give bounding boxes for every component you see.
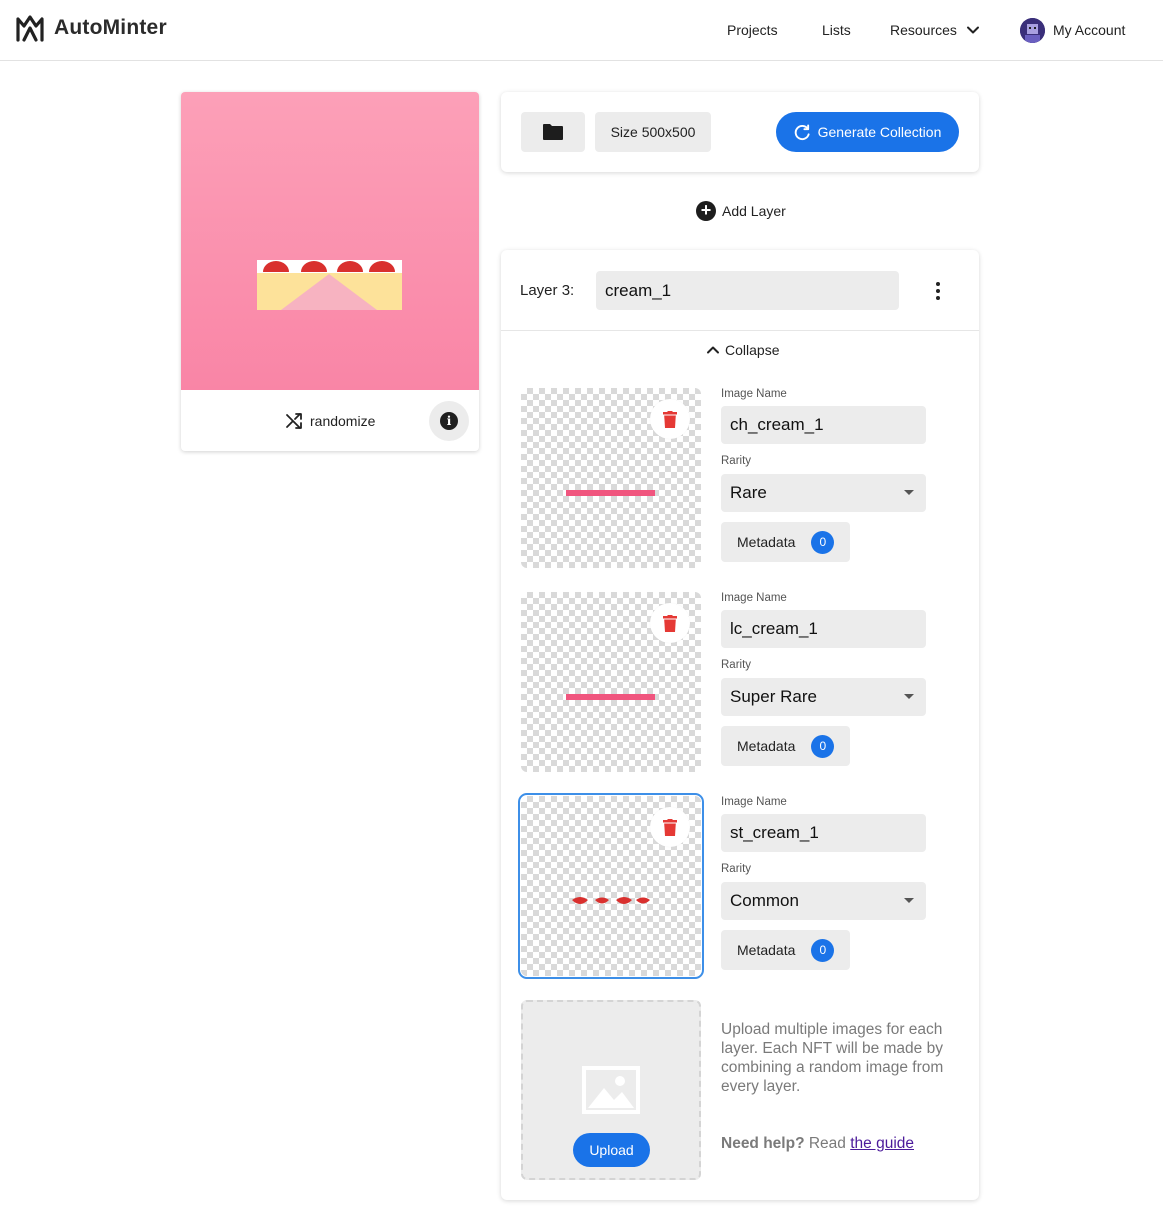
preview-card: randomize i <box>181 92 479 451</box>
brand-logo[interactable]: AutoMinter <box>16 14 167 42</box>
chevron-down-icon <box>966 26 979 34</box>
image-name-input[interactable]: lc_cream_1 <box>721 610 926 648</box>
image-thumbnail[interactable] <box>521 388 701 568</box>
image-name-label: Image Name <box>721 388 787 400</box>
autominter-logo-icon <box>16 15 44 42</box>
layer-card: Layer 3: cream_1 Collapse Image Name ch_… <box>501 250 979 1200</box>
rarity-select[interactable]: Super Rare <box>721 678 926 716</box>
image-name-input[interactable]: st_cream_1 <box>721 814 926 852</box>
dropdown-caret-icon <box>904 694 914 699</box>
image-name-label: Image Name <box>721 796 787 808</box>
collapse-label: Collapse <box>725 342 780 358</box>
help-prefix: Need help? <box>721 1135 805 1152</box>
image-icon <box>582 1066 640 1114</box>
chevron-up-icon <box>707 346 719 354</box>
help-middle: Read <box>804 1135 851 1152</box>
help-text: Need help? Read the guide <box>721 1135 914 1153</box>
metadata-count-badge: 0 <box>811 734 835 758</box>
image-name-input[interactable]: ch_cream_1 <box>721 406 926 444</box>
upload-button[interactable]: Upload <box>573 1133 650 1167</box>
rarity-select[interactable]: Rare <box>721 474 926 512</box>
rarity-value: Common <box>730 891 799 910</box>
metadata-label: Metadata <box>737 738 796 754</box>
metadata-button[interactable]: Metadata 0 <box>721 522 850 562</box>
delete-image-button[interactable] <box>650 807 690 847</box>
randomize-label: randomize <box>310 413 376 429</box>
generate-collection-button[interactable]: Generate Collection <box>776 112 959 152</box>
metadata-label: Metadata <box>737 534 796 550</box>
rarity-value: Rare <box>730 483 767 502</box>
upload-description: Upload multiple images for each layer. E… <box>721 1021 944 1095</box>
layer-label: Layer 3: <box>520 282 575 299</box>
rarity-label: Rarity <box>721 863 752 875</box>
trash-icon <box>663 410 677 428</box>
folder-button[interactable] <box>521 112 585 152</box>
cake-preview-art <box>257 260 402 310</box>
upload-dropzone[interactable]: Upload <box>521 1000 701 1180</box>
trash-icon <box>663 818 677 836</box>
top-header: AutoMinter Projects Lists Resources My A… <box>0 0 1163 61</box>
size-button[interactable]: Size 500x500 <box>595 112 711 152</box>
rarity-select[interactable]: Common <box>721 882 926 920</box>
generate-collection-label: Generate Collection <box>817 124 942 140</box>
nav-projects[interactable]: Projects <box>727 0 778 60</box>
toolbar-card: Size 500x500 Generate Collection <box>501 92 979 172</box>
more-vertical-icon[interactable] <box>927 278 949 304</box>
guide-link[interactable]: the guide <box>850 1135 914 1152</box>
randomize-button[interactable]: randomize <box>285 408 375 434</box>
image-name-label: Image Name <box>721 592 787 604</box>
add-layer-label: Add Layer <box>722 203 786 219</box>
metadata-button[interactable]: Metadata 0 <box>721 726 850 766</box>
nav-my-account[interactable]: My Account <box>1020 0 1125 60</box>
layer-name-input[interactable]: cream_1 <box>596 271 899 310</box>
nav-lists[interactable]: Lists <box>822 0 851 60</box>
metadata-label: Metadata <box>737 942 796 958</box>
image-thumbnail-selected[interactable] <box>518 793 704 979</box>
brand-name: AutoMinter <box>54 16 167 39</box>
folder-icon <box>543 124 563 140</box>
nav-my-account-label: My Account <box>1053 22 1126 38</box>
dropdown-caret-icon <box>904 898 914 903</box>
shuffle-icon <box>286 413 302 429</box>
metadata-button[interactable]: Metadata 0 <box>721 930 850 970</box>
delete-image-button[interactable] <box>650 603 690 643</box>
nav-resources-label: Resources <box>890 22 957 38</box>
layer-header: Layer 3: cream_1 <box>501 250 979 331</box>
rarity-label: Rarity <box>721 455 752 467</box>
add-layer-button[interactable]: + Add Layer <box>684 195 798 227</box>
image-thumbnail[interactable] <box>521 592 701 772</box>
rarity-label: Rarity <box>721 659 752 671</box>
plus-circle-icon: + <box>696 201 716 221</box>
nav-resources[interactable]: Resources <box>890 0 980 60</box>
info-icon: i <box>440 412 458 430</box>
dropdown-caret-icon <box>904 490 914 495</box>
collapse-button[interactable]: Collapse <box>706 340 779 360</box>
delete-image-button[interactable] <box>650 399 690 439</box>
nft-preview-image <box>181 92 479 390</box>
refresh-icon <box>794 123 810 140</box>
info-button[interactable]: i <box>429 401 469 441</box>
rarity-value: Super Rare <box>730 687 817 706</box>
trash-icon <box>663 614 677 632</box>
metadata-count-badge: 0 <box>811 530 835 554</box>
avatar <box>1020 17 1045 43</box>
metadata-count-badge: 0 <box>811 938 835 962</box>
